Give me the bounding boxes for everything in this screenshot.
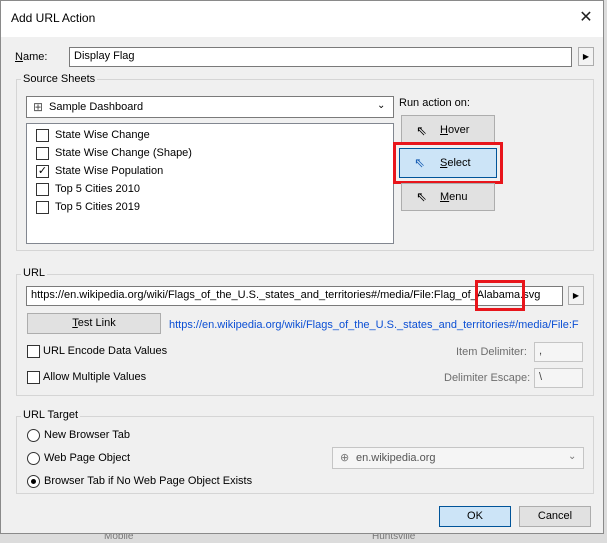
web-object-dropdown[interactable]: ⊕ en.wikipedia.org ⌄ xyxy=(332,447,584,469)
source-sheets-label: Source Sheets xyxy=(21,73,98,85)
run-action-label: Run action on: xyxy=(399,97,470,109)
hover-label: Hover xyxy=(440,124,470,136)
target-browser-tab-radio[interactable] xyxy=(27,475,40,488)
web-object-value: en.wikipedia.org xyxy=(356,452,436,464)
allow-multiple-label: Allow Multiple Values xyxy=(43,371,147,383)
url-group-label: URL xyxy=(21,267,48,279)
chevron-down-icon: ⌄ xyxy=(377,100,386,111)
sheet-checkbox[interactable] xyxy=(36,147,49,160)
name-label: Name: xyxy=(15,51,48,63)
sheet-checkbox[interactable] xyxy=(36,201,49,214)
url-highlight xyxy=(475,280,525,311)
sheet-checkbox[interactable] xyxy=(36,129,49,142)
delimiter-escape-label: Delimiter Escape: xyxy=(444,372,531,384)
url-encode-checkbox[interactable] xyxy=(27,345,40,358)
target-web-object-label: Web Page Object xyxy=(44,452,131,464)
sheet-item-label: Top 5 Cities 2010 xyxy=(55,183,140,195)
name-insert-field-button[interactable]: ▶ xyxy=(578,47,594,66)
target-new-tab-label: New Browser Tab xyxy=(44,429,130,441)
target-web-object-radio[interactable] xyxy=(27,452,40,465)
globe-icon: ⊕ xyxy=(340,452,350,464)
background-city-label: Mobile xyxy=(104,534,134,542)
cursor-menu-icon: ⇖ xyxy=(416,189,427,204)
dialog-title: Add URL Action xyxy=(11,11,96,25)
sheets-list: State Wise Change State Wise Change (Sha… xyxy=(26,123,394,244)
name-input[interactable]: Display Flag xyxy=(69,47,572,67)
select-button[interactable]: ⇖ Select xyxy=(399,148,497,178)
chevron-down-icon: ⌄ xyxy=(568,451,577,462)
item-delimiter-input[interactable]: , xyxy=(534,342,583,362)
close-icon[interactable]: ✕ xyxy=(575,7,597,29)
sheet-item-label: Top 5 Cities 2019 xyxy=(55,201,140,213)
sheet-checkbox-checked[interactable]: ✓ xyxy=(36,165,49,178)
url-target-label: URL Target xyxy=(21,409,81,421)
title-bar: Add URL Action ✕ xyxy=(1,1,603,37)
select-label: Select xyxy=(440,157,471,169)
url-preview-link[interactable]: https://en.wikipedia.org/wiki/Flags_of_t… xyxy=(169,319,583,331)
url-encode-label: URL Encode Data Values xyxy=(43,345,168,357)
dashboard-dropdown[interactable]: ⊞ Sample Dashboard ⌄ xyxy=(26,96,394,118)
cursor-click-icon: ⇖ xyxy=(414,155,425,170)
sheet-item-label: State Wise Change (Shape) xyxy=(55,147,192,159)
url-insert-field-button[interactable]: ▶ xyxy=(568,286,584,305)
dashboard-grid-icon: ⊞ xyxy=(33,100,44,114)
allow-multiple-checkbox[interactable] xyxy=(27,371,40,384)
sheet-item-label: State Wise Population xyxy=(55,165,164,177)
hover-button[interactable]: ⇖ Hover xyxy=(401,115,495,145)
url-input-text: https://en.wikipedia.org/wiki/Flags_of_t… xyxy=(31,289,541,301)
ok-button[interactable]: OK xyxy=(439,506,511,527)
cancel-button[interactable]: Cancel xyxy=(519,506,591,527)
sheet-checkbox[interactable] xyxy=(36,183,49,196)
delimiter-escape-input[interactable]: \ xyxy=(534,368,583,388)
item-delimiter-label: Item Delimiter: xyxy=(456,346,527,358)
dashboard-dropdown-value: Sample Dashboard xyxy=(49,101,144,113)
cursor-arrow-icon: ⇖ xyxy=(416,123,427,138)
test-link-button[interactable]: Test Link xyxy=(27,313,161,334)
add-url-action-dialog: Add URL Action ✕ Name: Display Flag ▶ So… xyxy=(0,0,604,534)
background-city-label: Huntsville xyxy=(372,534,416,542)
sheet-item-label: State Wise Change xyxy=(55,129,150,141)
target-new-tab-radio[interactable] xyxy=(27,429,40,442)
background-app: Mobile Huntsville xyxy=(0,534,607,543)
menu-label: Menu xyxy=(440,191,468,203)
target-browser-tab-label: Browser Tab if No Web Page Object Exists xyxy=(44,475,253,487)
menu-button[interactable]: ⇖ Menu xyxy=(401,183,495,211)
